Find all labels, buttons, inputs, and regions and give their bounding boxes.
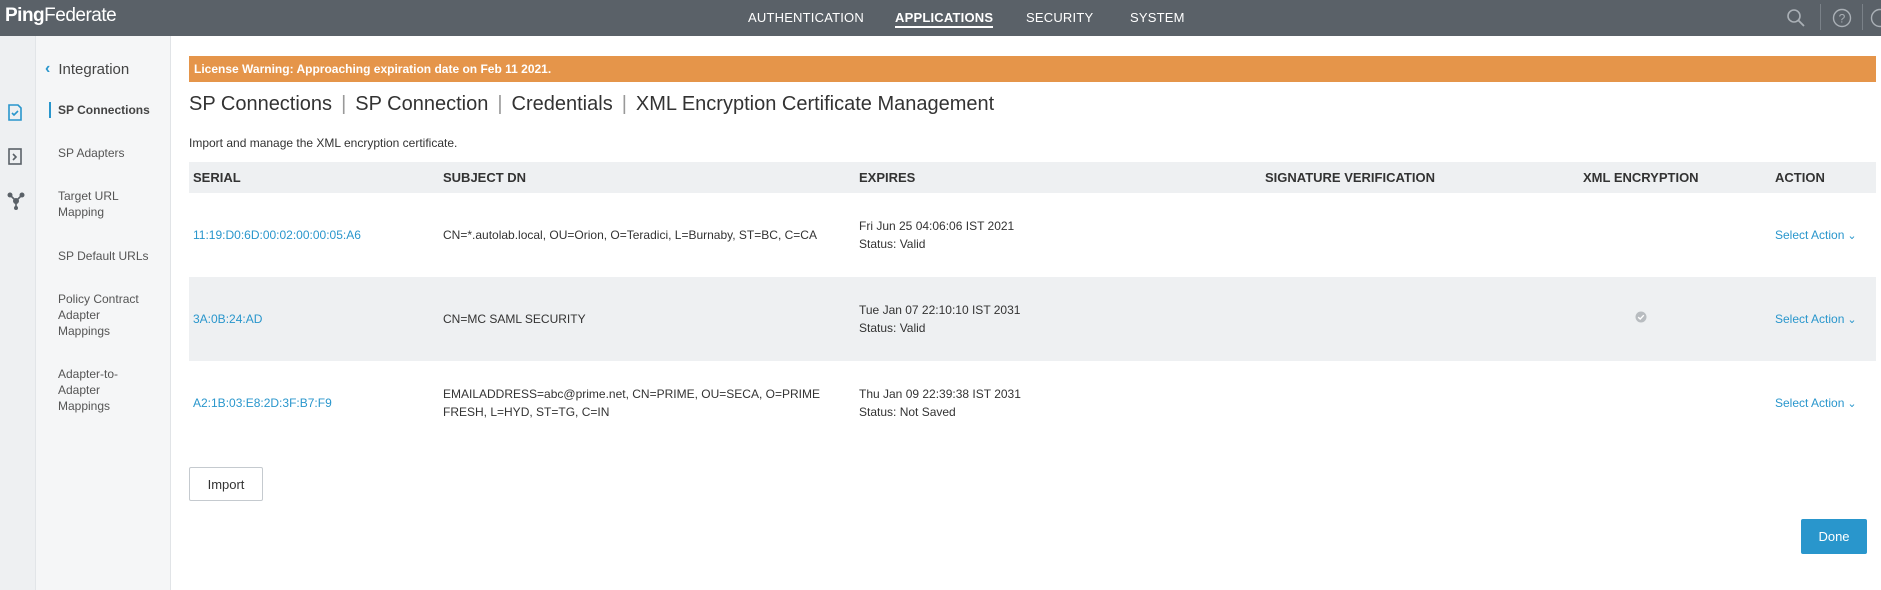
serial-link[interactable]: A2:1B:03:E8:2D:3F:B7:F9 <box>193 396 332 410</box>
back-to-integration[interactable]: ‹ Integration <box>45 60 129 78</box>
expires-cell: Tue Jan 07 22:10:10 IST 2031 Status: Val… <box>855 277 1261 361</box>
breadcrumb-separator: | <box>497 93 503 115</box>
topbar-divider <box>1862 4 1863 30</box>
column-header-signature-verification: SIGNATURE VERIFICATION <box>1261 162 1579 193</box>
sidebar-section-title: Integration <box>58 60 130 78</box>
cert-status: Status: Not Saved <box>859 405 956 419</box>
sidebar-item-policy-contract-adapter-mappings[interactable]: Policy Contract Adapter Mappings <box>58 291 153 339</box>
select-action-label: Select Action <box>1775 311 1845 326</box>
chevron-left-icon: ‹ <box>45 60 51 77</box>
sidebar-item-sp-adapters[interactable]: SP Adapters <box>58 145 168 161</box>
select-action-label: Select Action <box>1775 395 1845 410</box>
column-header-serial: SERIAL <box>189 162 439 193</box>
sidebar-item-sp-connections[interactable]: SP Connections <box>49 102 168 118</box>
sidebar-item-adapter-to-adapter-mappings[interactable]: Adapter-to-Adapter Mappings <box>58 366 138 414</box>
table-row: 11:19:D0:6D:00:02:00:00:05:A6 CN=*.autol… <box>189 193 1876 277</box>
select-action-dropdown[interactable]: Select Action ⌄ <box>1775 396 1857 410</box>
logo-ping-text: Ping <box>5 5 45 26</box>
expires-cell: Fri Jun 25 04:06:06 IST 2021 Status: Val… <box>855 193 1261 277</box>
chevron-down-icon: ⌄ <box>1847 313 1857 326</box>
column-header-xml-encryption: XML ENCRYPTION <box>1579 162 1771 193</box>
signature-verification-cell <box>1261 277 1579 361</box>
breadcrumb: SP Connections | SP Connection | Credent… <box>189 93 994 116</box>
expires-cell: Thu Jan 09 22:39:38 IST 2031 Status: Not… <box>855 361 1261 445</box>
sidebar-item-target-url-mapping[interactable]: Target URL Mapping <box>58 188 138 220</box>
select-action-dropdown[interactable]: Select Action ⌄ <box>1775 312 1857 326</box>
xml-encryption-cell <box>1579 277 1771 361</box>
pingfederate-logo[interactable]: PingFederate <box>5 5 117 27</box>
help-icon[interactable]: ? <box>1832 8 1852 33</box>
table-row: A2:1B:03:E8:2D:3F:B7:F9 EMAILADDRESS=abc… <box>189 361 1876 445</box>
chevron-down-icon: ⌄ <box>1847 397 1857 410</box>
subject-dn-cell: EMAILADDRESS=abc@prime.net, CN=PRIME, OU… <box>443 387 820 419</box>
column-header-action: ACTION <box>1771 162 1876 193</box>
cert-status: Status: Valid <box>859 237 926 251</box>
breadcrumb-separator: | <box>341 93 347 115</box>
certificate-table: SERIAL SUBJECT DN EXPIRES SIGNATURE VERI… <box>189 162 1876 445</box>
sidebar: ‹ Integration SP Connections SP Adapters… <box>36 36 171 590</box>
breadcrumb-sp-connections[interactable]: SP Connections <box>189 93 332 116</box>
select-action-dropdown[interactable]: Select Action ⌄ <box>1775 228 1857 242</box>
search-icon[interactable] <box>1786 8 1806 33</box>
sidebar-item-sp-default-urls[interactable]: SP Default URLs <box>58 248 168 264</box>
select-action-label: Select Action <box>1775 227 1845 242</box>
column-header-expires: EXPIRES <box>855 162 1261 193</box>
sp-connections-icon[interactable] <box>6 102 24 127</box>
signature-verification-cell <box>1261 361 1579 445</box>
nav-applications[interactable]: APPLICATIONS <box>895 10 994 28</box>
breadcrumb-separator: | <box>621 93 627 115</box>
signature-verification-cell <box>1261 193 1579 277</box>
logo-federate-text: Federate <box>44 5 117 26</box>
topbar-divider <box>1820 4 1821 30</box>
done-button[interactable]: Done <box>1801 519 1867 554</box>
breadcrumb-sp-connection[interactable]: SP Connection <box>355 93 488 116</box>
nav-authentication[interactable]: AUTHENTICATION <box>748 10 864 25</box>
nav-security[interactable]: SECURITY <box>1026 10 1093 25</box>
expires-date: Tue Jan 07 22:10:10 IST 2031 <box>859 303 1021 317</box>
import-button[interactable]: Import <box>189 467 263 501</box>
xml-encryption-cell <box>1579 361 1771 445</box>
subject-dn-cell: CN=*.autolab.local, OU=Orion, O=Teradici… <box>443 228 817 242</box>
table-row: 3A:0B:24:AD CN=MC SAML SECURITY Tue Jan … <box>189 277 1876 361</box>
cert-status: Status: Valid <box>859 321 926 335</box>
top-bar: PingFederate AUTHENTICATION APPLICATIONS… <box>0 0 1881 36</box>
nav-system[interactable]: SYSTEM <box>1130 10 1185 25</box>
breadcrumb-current-page: XML Encryption Certificate Management <box>635 93 995 115</box>
left-rail <box>0 36 36 590</box>
license-warning-banner: License Warning: Approaching expiration … <box>189 56 1876 82</box>
serial-link[interactable]: 11:19:D0:6D:00:02:00:00:05:A6 <box>193 228 361 242</box>
table-header-row: SERIAL SUBJECT DN EXPIRES SIGNATURE VERI… <box>189 162 1876 193</box>
column-header-subject-dn: SUBJECT DN <box>439 162 855 193</box>
xml-encryption-cell <box>1579 193 1771 277</box>
expires-date: Thu Jan 09 22:39:38 IST 2031 <box>859 387 1021 401</box>
chevron-down-icon: ⌄ <box>1847 229 1857 242</box>
expires-date: Fri Jun 25 04:06:06 IST 2021 <box>859 219 1015 233</box>
serial-link[interactable]: 3A:0B:24:AD <box>193 312 262 326</box>
sp-adapters-icon[interactable] <box>6 146 24 171</box>
federation-icon[interactable] <box>6 190 26 215</box>
user-icon[interactable] <box>1870 8 1881 33</box>
breadcrumb-credentials[interactable]: Credentials <box>512 93 613 116</box>
subject-dn-cell: CN=MC SAML SECURITY <box>439 277 855 361</box>
page-description: Import and manage the XML encryption cer… <box>189 136 458 150</box>
check-circle-icon <box>1635 311 1647 326</box>
svg-text:?: ? <box>1839 12 1846 26</box>
